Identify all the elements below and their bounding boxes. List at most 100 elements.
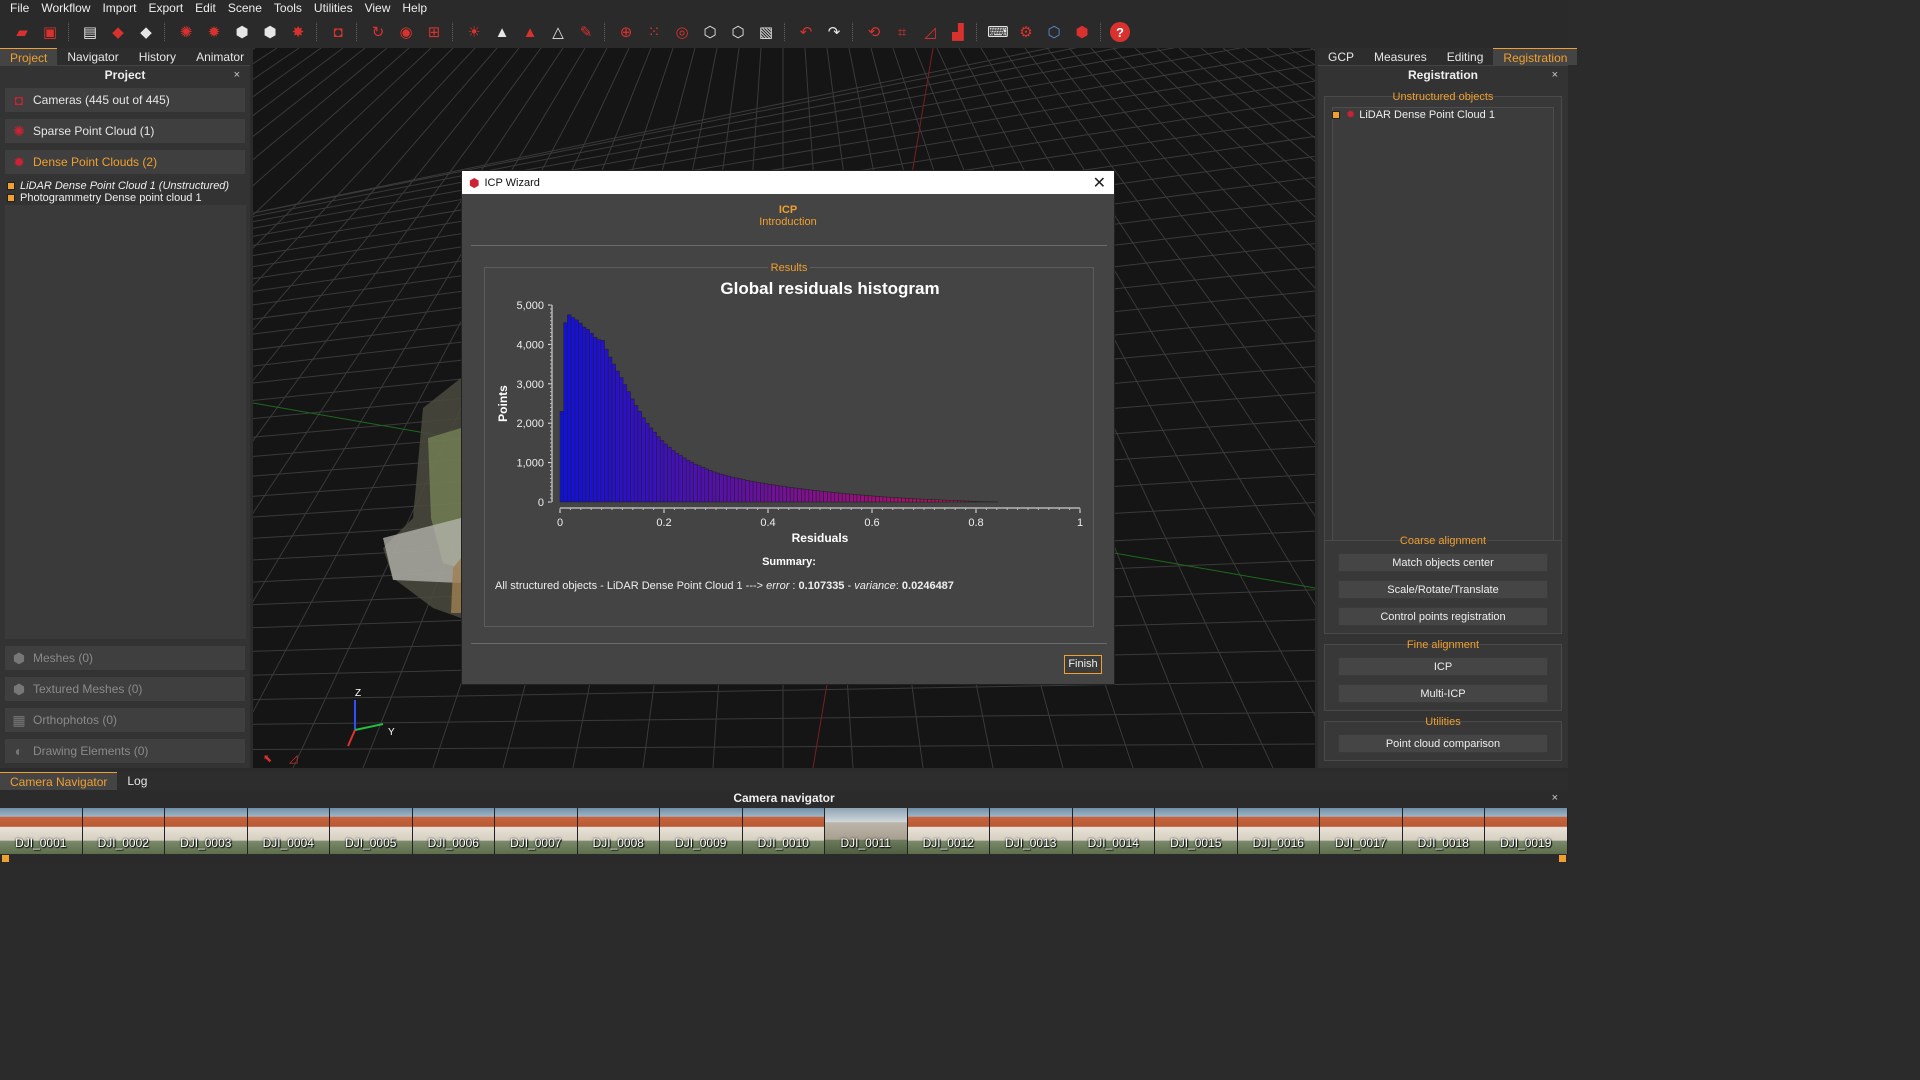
cube-blue-icon[interactable]: ⬡ (1042, 20, 1066, 44)
menu-utilities[interactable]: Utilities (308, 0, 359, 17)
scroll-right-handle[interactable] (1559, 855, 1566, 862)
sparse-cloud-icon[interactable]: ✺ (174, 20, 198, 44)
camera-thumbnail[interactable]: DJI_0001 (0, 808, 83, 854)
tree-icon[interactable]: ⊞ (422, 20, 446, 44)
code-icon[interactable]: ⌨ (986, 20, 1010, 44)
stairs-icon[interactable]: ▟ (946, 20, 970, 44)
camera-path-icon[interactable]: ⊕ (614, 20, 638, 44)
sparse-cloud-item[interactable]: ✺ Sparse Point Cloud (1) (5, 119, 245, 143)
checkbox[interactable] (7, 194, 15, 202)
camera-thumbnail[interactable]: DJI_0010 (742, 808, 825, 854)
textured-meshes-item[interactable]: ⬢ Textured Meshes (0) (5, 677, 245, 701)
point-cloud-comparison-button[interactable]: Point cloud comparison (1338, 734, 1548, 753)
camera-thumbnail[interactable]: DJI_0006 (412, 808, 495, 854)
box-alt-icon[interactable]: ⬡ (726, 20, 750, 44)
menu-help[interactable]: Help (396, 0, 433, 17)
orbit-icon[interactable]: ⟲ (862, 20, 886, 44)
control-points-registration-button[interactable]: Control points registration (1338, 607, 1548, 626)
menu-edit[interactable]: Edit (189, 0, 222, 17)
dense-clouds-item[interactable]: ✹ Dense Point Clouds (2) (5, 150, 245, 174)
camera-thumbnail[interactable]: DJI_0019 (1485, 808, 1568, 854)
checkbox[interactable] (7, 182, 15, 190)
cursor-tool-icon[interactable]: ⬉ (263, 752, 272, 765)
tab-project[interactable]: Project (0, 48, 58, 65)
cameras-item[interactable]: ◘ Cameras (445 out of 445) (5, 88, 245, 112)
triangle-white-icon[interactable]: ▲ (490, 20, 514, 44)
box-icon[interactable]: ⬡ (698, 20, 722, 44)
camera-thumbnail[interactable]: DJI_0014 (1072, 808, 1155, 854)
tab-log[interactable]: Log (117, 772, 157, 790)
camera-thumbnail[interactable]: DJI_0018 (1402, 808, 1485, 854)
camera-thumbnail[interactable]: DJI_0004 (247, 808, 330, 854)
camera-thumbnail[interactable]: DJI_0003 (165, 808, 248, 854)
logo-icon[interactable]: ⬢ (1070, 20, 1094, 44)
menu-view[interactable]: View (359, 0, 397, 17)
menu-tools[interactable]: Tools (268, 0, 308, 17)
orthophoto-icon[interactable]: ✸ (286, 20, 310, 44)
textured-mesh-icon[interactable]: ⬢ (258, 20, 282, 44)
scroll-left-handle[interactable] (2, 855, 9, 862)
camera-thumbnail[interactable]: DJI_0012 (907, 808, 990, 854)
tab-history[interactable]: History (129, 48, 186, 65)
close-icon[interactable]: ✕ (1093, 173, 1106, 193)
undo-icon[interactable]: ↶ (794, 20, 818, 44)
menu-scene[interactable]: Scene (222, 0, 268, 17)
tab-gcp[interactable]: GCP (1318, 48, 1364, 65)
meshes-item[interactable]: ⬢ Meshes (0) (5, 646, 245, 670)
unstructured-object-item[interactable]: ✹ LiDAR Dense Point Cloud 1 (1332, 108, 1495, 121)
mesh-icon[interactable]: ⬢ (230, 20, 254, 44)
crop-icon[interactable]: ⌗ (890, 20, 914, 44)
checkbox[interactable] (1332, 110, 1340, 119)
menu-file[interactable]: File (4, 0, 35, 17)
menu-import[interactable]: Import (96, 0, 142, 17)
screenshot-icon[interactable]: ▧ (754, 20, 778, 44)
camera-thumbnail[interactable]: DJI_0017 (1320, 808, 1403, 854)
menu-workflow[interactable]: Workflow (35, 0, 96, 17)
multi-icp-button[interactable]: Multi-ICP (1338, 684, 1548, 703)
menu-export[interactable]: Export (142, 0, 189, 17)
match-objects-center-button[interactable]: Match objects center (1338, 553, 1548, 572)
icp-button[interactable]: ICP (1338, 657, 1548, 676)
camera-thumbnail[interactable]: DJI_0008 (577, 808, 660, 854)
camera-thumbnail[interactable]: DJI_0016 (1237, 808, 1320, 854)
triangle-red-icon[interactable]: ▲ (518, 20, 542, 44)
camera-icon[interactable]: ◘ (326, 20, 350, 44)
camera-thumbnail[interactable]: DJI_0007 (495, 808, 578, 854)
camera-thumbnail[interactable]: DJI_0002 (82, 808, 165, 854)
scale-rotate-translate-button[interactable]: Scale/Rotate/Translate (1338, 580, 1548, 599)
close-icon[interactable]: × (1552, 66, 1558, 84)
redo-icon[interactable]: ↷ (822, 20, 846, 44)
tab-navigator[interactable]: Navigator (57, 48, 128, 65)
workflow-icon[interactable]: ▤ (78, 20, 102, 44)
finish-button[interactable]: Finish (1064, 655, 1102, 674)
cube-red-icon[interactable]: ◆ (106, 20, 130, 44)
light-icon[interactable]: ☀ (462, 20, 486, 44)
dense-cloud-photogrammetry-item[interactable]: Photogrammetry Dense point cloud 1 (7, 192, 202, 204)
close-icon[interactable]: × (1552, 790, 1558, 807)
camera-thumbnail[interactable]: DJI_0015 (1155, 808, 1238, 854)
dense-cloud-icon[interactable]: ✹ (202, 20, 226, 44)
camera-thumbnail[interactable]: DJI_0013 (990, 808, 1073, 854)
thumbnail-scrollbar[interactable] (0, 855, 1568, 863)
refresh-icon[interactable]: ↻ (366, 20, 390, 44)
orthophotos-item[interactable]: ▦ Orthophotos (0) (5, 708, 245, 732)
tab-camera-navigator[interactable]: Camera Navigator (0, 772, 118, 790)
open-project-icon[interactable]: ▰ (10, 20, 34, 44)
camera-thumbnail[interactable]: DJI_0005 (330, 808, 413, 854)
camera-thumbnail[interactable]: DJI_0009 (660, 808, 743, 854)
ruler-icon[interactable]: ◿ (918, 20, 942, 44)
drawing-elements-item[interactable]: ◐ Drawing Elements (0) (5, 739, 245, 763)
tab-animator[interactable]: Animator (186, 48, 254, 65)
help-icon[interactable]: ? (1110, 22, 1130, 42)
cube-white-icon[interactable]: ◆ (134, 20, 158, 44)
dense-cloud-lidar-item[interactable]: LiDAR Dense Point Cloud 1 (Unstructured) (7, 180, 229, 192)
tab-registration[interactable]: Registration (1493, 48, 1578, 65)
points-grid-icon[interactable]: ⁙ (642, 20, 666, 44)
close-icon[interactable]: × (234, 66, 240, 84)
ruler-tool-icon[interactable]: ◿ (289, 752, 297, 765)
save-project-icon[interactable]: ▣ (38, 20, 62, 44)
sphere-icon[interactable]: ◎ (670, 20, 694, 44)
tab-editing[interactable]: Editing (1437, 48, 1494, 65)
triangle-outline-icon[interactable]: △ (546, 20, 570, 44)
camera-thumbnail[interactable]: DJI_0011 (825, 808, 908, 854)
